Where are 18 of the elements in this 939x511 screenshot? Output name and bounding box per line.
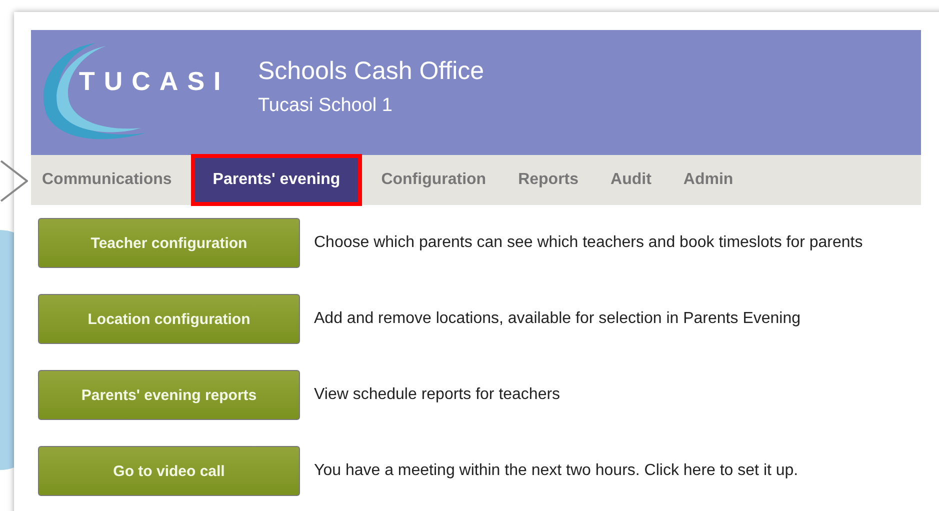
action-description: You have a meeting within the next two hours. Click here to set it up. <box>314 462 798 480</box>
action-button[interactable]: Parents' evening reports <box>38 370 300 420</box>
action-button[interactable]: Teacher configuration <box>38 218 300 268</box>
nav-tab[interactable]: Communications <box>39 158 180 202</box>
action-button[interactable]: Go to video call <box>38 446 300 496</box>
nav-tab[interactable]: Reports <box>510 158 587 202</box>
chevron-icon <box>0 160 28 202</box>
nav-tab[interactable]: Audit <box>602 158 660 202</box>
logo-text: TUCASI <box>79 66 230 97</box>
action-description: View schedule reports for teachers <box>314 386 560 404</box>
action-description: Choose which parents can see which teachers and book timeslots for parents <box>314 234 863 252</box>
action-button[interactable]: Location configuration <box>38 294 300 344</box>
action-description: Add and remove locations, available for selection in Parents Evening <box>314 310 801 328</box>
nav-tab[interactable]: Parents' evening <box>194 158 358 202</box>
app-title: Schools Cash Office <box>258 57 484 86</box>
nav-tab[interactable]: Configuration <box>373 158 494 202</box>
nav-tab[interactable]: Admin <box>675 158 742 202</box>
school-name: Tucasi School 1 <box>258 95 394 117</box>
